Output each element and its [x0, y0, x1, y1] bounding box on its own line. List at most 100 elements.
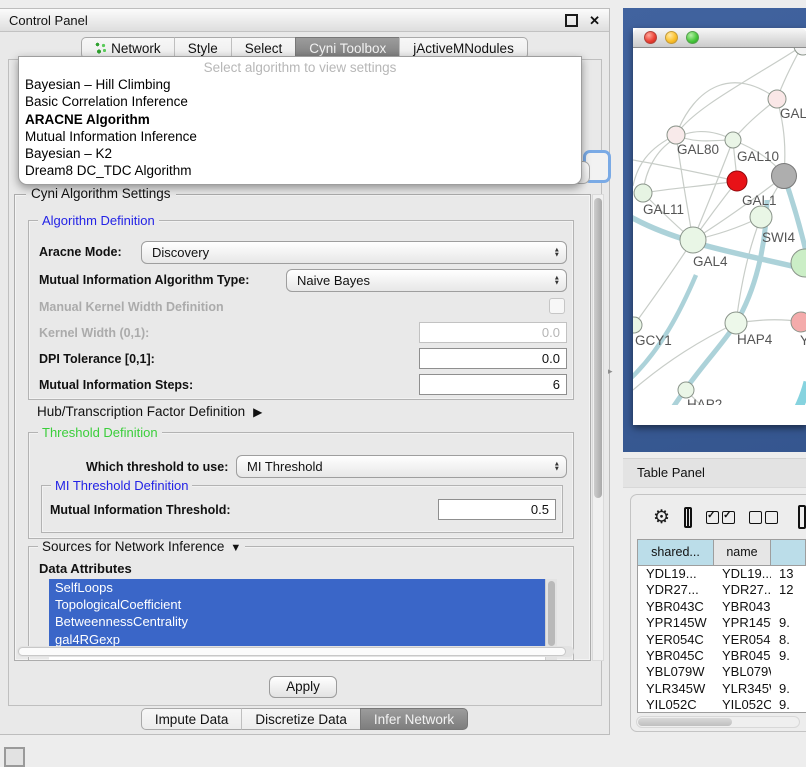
network-node[interactable] — [791, 312, 806, 332]
table-row[interactable]: YBR045CYBR045C9. — [638, 648, 806, 664]
float-panel-icon[interactable] — [565, 14, 578, 27]
network-window-titlebar — [633, 28, 806, 48]
table-cell: YPR145W — [638, 615, 714, 631]
network-node[interactable] — [794, 48, 806, 55]
table-horizontal-scrollbar[interactable] — [636, 716, 800, 728]
mi-threshold-definition-title: MI Threshold Definition — [51, 478, 192, 493]
table-cell: 9. — [771, 681, 806, 697]
network-node[interactable] — [725, 312, 747, 334]
column-header[interactable]: name — [714, 540, 771, 565]
table-row[interactable]: YPR145WYPR145W9. — [638, 615, 806, 631]
network-node[interactable] — [750, 206, 772, 228]
splitter-handle-icon[interactable] — [608, 366, 613, 377]
kernel-width-label: Kernel Width (0,1): — [39, 326, 149, 340]
attribute-item[interactable]: SelfLoops — [49, 579, 557, 596]
close-panel-icon[interactable] — [589, 14, 600, 27]
tab-label: Style — [188, 41, 218, 56]
table-row[interactable]: YIL052CYIL052C9. — [638, 697, 806, 713]
gear-icon[interactable] — [653, 508, 670, 527]
mi-threshold-label: Mutual Information Threshold: — [50, 503, 231, 517]
algorithm-option[interactable]: Basic Correlation Inference — [19, 93, 581, 110]
table-toolbar — [631, 495, 806, 539]
settings-horizontal-scrollbar[interactable] — [17, 646, 574, 657]
table-cell: YDR27... — [638, 582, 714, 598]
table-cell: 13 — [771, 566, 806, 582]
attribute-item[interactable]: TopologicalCoefficient — [49, 596, 557, 613]
network-node[interactable] — [725, 132, 741, 148]
tab-impute-data[interactable]: Impute Data — [141, 708, 242, 730]
combo-arrows-icon — [554, 247, 560, 258]
table-row[interactable]: YLR345WYLR345W9. — [638, 681, 806, 697]
which-threshold-combo[interactable]: MI Threshold — [236, 455, 567, 478]
settings-vertical-scrollbar[interactable] — [592, 194, 604, 661]
mi-threshold-field[interactable]: 0.5 — [438, 499, 556, 520]
aracne-mode-combo[interactable]: Discovery — [141, 241, 567, 264]
table-panel-titlebar: Table Panel — [623, 458, 806, 488]
close-window-icon[interactable] — [644, 31, 657, 44]
table-row[interactable]: YBL079WYBL079W — [638, 664, 806, 680]
sources-title[interactable]: Sources for Network Inference — [38, 539, 245, 554]
network-edge[interactable] — [660, 200, 767, 405]
node-label: GAL4 — [693, 254, 728, 269]
table-row[interactable]: YDL19...YDL19...13 — [638, 566, 806, 582]
mi-steps-field[interactable]: 6 — [419, 374, 567, 395]
network-node[interactable] — [772, 164, 797, 189]
column-header[interactable] — [771, 540, 806, 565]
table-cell: 12 — [771, 582, 806, 598]
network-edge[interactable] — [634, 240, 693, 325]
select-all-icon[interactable] — [706, 511, 735, 524]
network-edge[interactable] — [633, 275, 696, 380]
network-edge[interactable] — [676, 48, 802, 135]
mi-algorithm-type-combo[interactable]: Naive Bayes — [286, 269, 567, 292]
aracne-mode-label: Aracne Mode: — [39, 245, 122, 259]
tab-discretize-data[interactable]: Discretize Data — [241, 708, 360, 730]
network-icon — [95, 42, 106, 54]
panel-grip-icon[interactable] — [4, 747, 25, 767]
node-label: GCY1 — [635, 333, 672, 348]
table-row[interactable]: YER054CYER054C8. — [638, 632, 806, 648]
control-panel-titlebar: Control Panel — [0, 9, 609, 32]
algorithm-option[interactable]: Dream8 DC_TDC Algorithm — [19, 162, 581, 179]
network-edge[interactable] — [676, 83, 777, 135]
table-cell — [771, 664, 806, 680]
export-table-icon[interactable] — [798, 505, 806, 529]
network-edge[interactable] — [643, 181, 737, 193]
table-row[interactable]: YBR043CYBR043C — [638, 599, 806, 615]
tab-label: jActiveMNodules — [413, 41, 514, 56]
network-canvas[interactable]: GALGAL80GAL10GAL11GAL1SWI4GAL4GCY1HAP4YH… — [633, 48, 806, 425]
node-label: GAL11 — [643, 202, 684, 217]
node-label: HAP4 — [737, 332, 773, 347]
network-node[interactable] — [791, 249, 806, 277]
table-row[interactable]: YDR27...YDR27...12 — [638, 582, 806, 598]
tab-label: Impute Data — [155, 712, 229, 727]
network-edge[interactable] — [788, 382, 806, 405]
node-label: SWI4 — [762, 230, 795, 245]
network-edge[interactable] — [784, 176, 806, 260]
algorithm-option[interactable]: Mutual Information Inference — [19, 128, 581, 145]
minimize-window-icon[interactable] — [665, 31, 678, 44]
node-label: HAP2 — [687, 397, 722, 405]
dpi-tolerance-field[interactable]: 0.0 — [419, 348, 567, 369]
node-label: GAL1 — [742, 193, 777, 208]
kernel-width-field[interactable]: 0.0 — [419, 322, 567, 343]
deselect-all-icon[interactable] — [749, 511, 778, 524]
hub-definition-expander[interactable]: Hub/Transcription Factor Definition — [37, 404, 262, 419]
zoom-window-icon[interactable] — [686, 31, 699, 44]
tab-infer-network[interactable]: Infer Network — [360, 708, 468, 730]
table-cell: YER054C — [638, 632, 714, 648]
network-node[interactable] — [678, 382, 694, 398]
table-cell: YIL052C — [638, 697, 714, 713]
attribute-item[interactable]: BetweennessCentrality — [49, 613, 557, 630]
manual-kernel-checkbox[interactable] — [549, 298, 565, 314]
columns-icon[interactable] — [684, 507, 692, 528]
network-node[interactable] — [633, 317, 642, 333]
algorithm-option[interactable]: Bayesian – Hill Climbing — [19, 76, 581, 93]
network-node[interactable] — [680, 227, 706, 253]
apply-button[interactable]: Apply — [269, 676, 337, 698]
collapse-arrow-icon — [224, 539, 241, 554]
column-header[interactable]: shared... — [638, 540, 714, 565]
network-node[interactable] — [634, 184, 652, 202]
algorithm-option[interactable]: ARACNE Algorithm — [19, 111, 581, 128]
network-node[interactable] — [727, 171, 747, 191]
algorithm-option[interactable]: Bayesian – K2 — [19, 145, 581, 162]
